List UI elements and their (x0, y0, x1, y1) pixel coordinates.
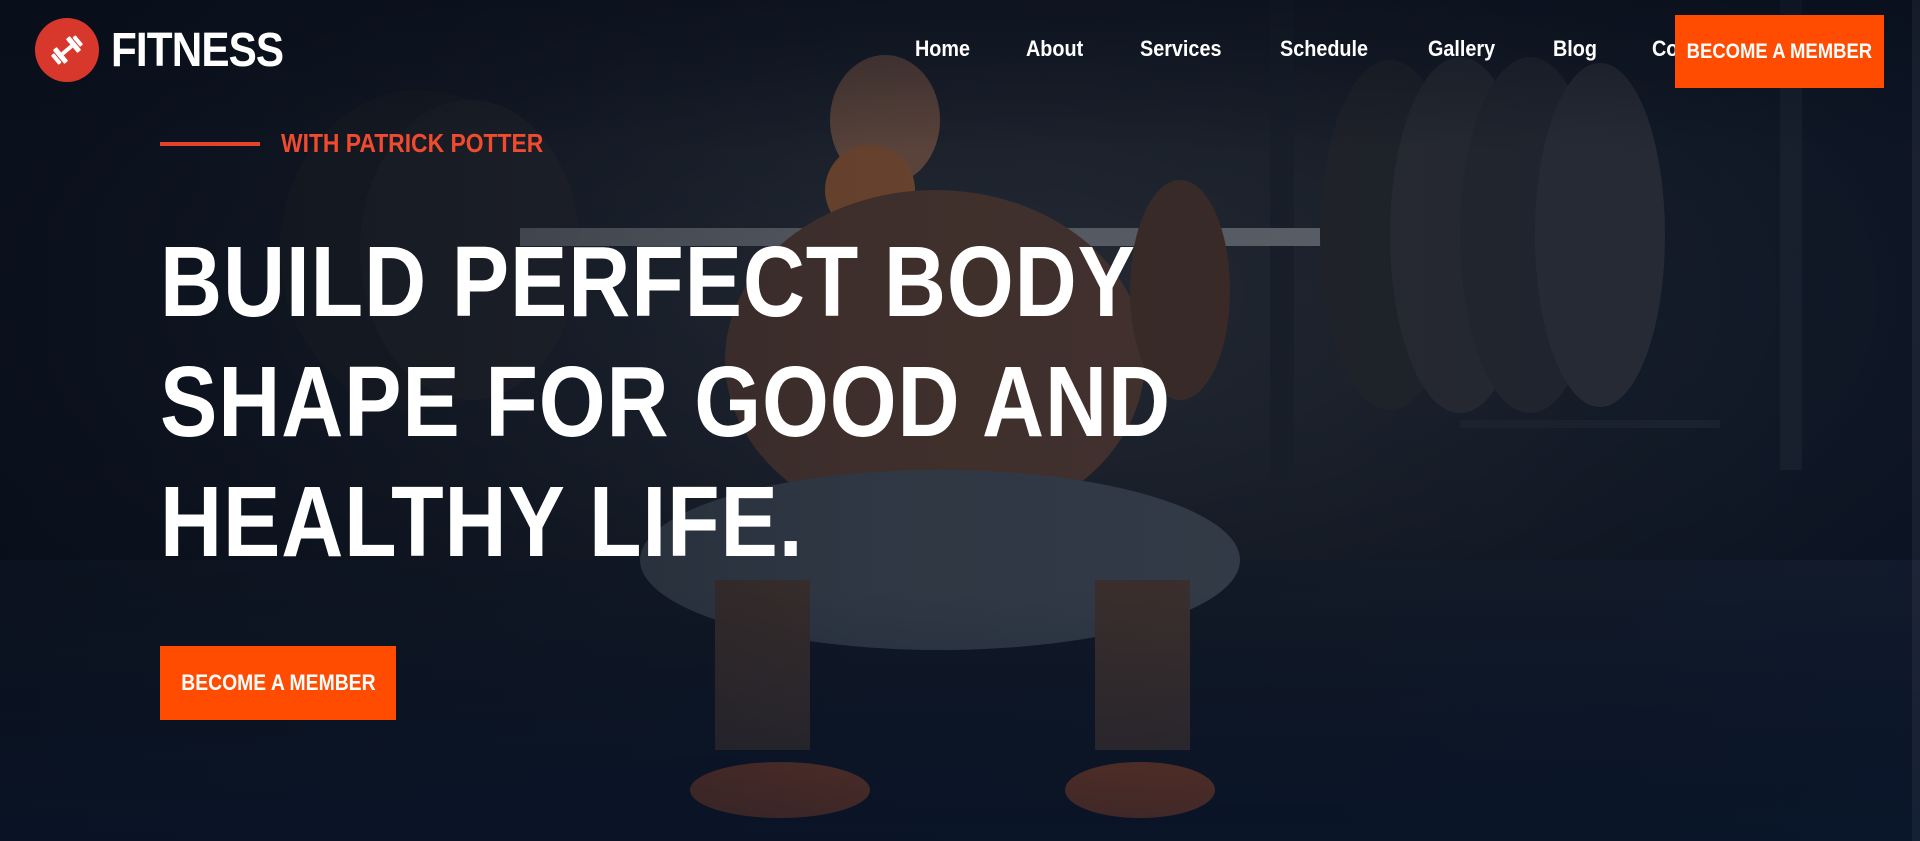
hero-subtitle: WITH PATRICK POTTER (160, 128, 579, 159)
headline-line-2: SHAPE FOR GOOD AND (160, 346, 1171, 458)
scrollbar[interactable] (1912, 0, 1920, 841)
hero-headline: BUILD PERFECT BODY SHAPE FOR GOOD AND HE… (160, 222, 1171, 582)
headline-line-1: BUILD PERFECT BODY (160, 226, 1136, 338)
nav-item-blog[interactable]: Blog (1553, 36, 1597, 62)
dumbbell-icon (35, 18, 99, 82)
nav-item-home[interactable]: Home (915, 36, 970, 62)
nav-item-schedule[interactable]: Schedule (1280, 36, 1368, 62)
hero-become-member-button[interactable]: BECOME A MEMBER (160, 646, 396, 720)
main-nav: Home About Services Schedule Gallery Blo… (915, 36, 1733, 62)
nav-item-gallery[interactable]: Gallery (1428, 36, 1495, 62)
header-cta-label: BECOME A MEMBER (1686, 39, 1873, 63)
nav-item-services[interactable]: Services (1140, 36, 1221, 62)
header-become-member-button[interactable]: BECOME A MEMBER (1675, 15, 1884, 88)
subtitle-text: WITH PATRICK POTTER (281, 128, 544, 158)
subtitle-divider (160, 141, 260, 146)
headline-line-3: HEALTHY LIFE. (160, 466, 804, 578)
brand-logo[interactable]: FITNESS (35, 18, 307, 82)
hero-cta-label: BECOME A MEMBER (180, 670, 376, 695)
brand-name: FITNESS (111, 23, 284, 77)
nav-item-about[interactable]: About (1026, 36, 1083, 62)
